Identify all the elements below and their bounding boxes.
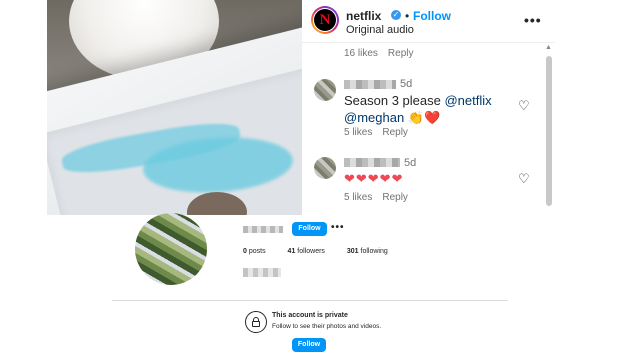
- profile-avatar[interactable]: [135, 213, 207, 285]
- posts-stat: 0 posts: [243, 248, 266, 255]
- emoji: 👏❤️: [404, 110, 441, 125]
- previous-comment-meta: 16 likes Reply: [344, 48, 423, 59]
- profile-stats: 0 posts 41 followers 301 following: [243, 248, 408, 255]
- followers-stat[interactable]: 41 followers: [288, 248, 325, 255]
- verified-badge-icon: ✓: [391, 10, 401, 20]
- comment-text: Season 3 please @netflix @meghan 👏❤️: [344, 93, 492, 125]
- post-username[interactable]: netflix: [346, 9, 381, 23]
- header-follow-button[interactable]: Follow: [413, 9, 451, 23]
- hearts-emoji: ❤❤❤❤❤: [344, 171, 404, 186]
- profile-more-options-icon[interactable]: •••: [331, 222, 345, 233]
- reply-button[interactable]: Reply: [382, 192, 408, 203]
- following-stat[interactable]: 301 following: [347, 248, 388, 255]
- likes-count[interactable]: 5 likes: [344, 192, 372, 203]
- mention-link[interactable]: @netflix: [444, 93, 491, 108]
- profile-username-blurred: [243, 226, 283, 233]
- scrollbar-thumb[interactable]: [546, 56, 552, 206]
- commenter-username-blurred[interactable]: [344, 80, 396, 89]
- profile-bio-blurred: [243, 268, 281, 277]
- comments-panel: N netflix ✓ • Follow Original audio ••• …: [302, 0, 555, 215]
- more-options-icon[interactable]: •••: [524, 12, 542, 28]
- private-account-title: This account is private: [272, 312, 348, 319]
- comments-scrollbar[interactable]: ▲: [545, 44, 553, 215]
- commenter-username-blurred[interactable]: [344, 158, 400, 167]
- likes-count[interactable]: 16 likes: [344, 48, 378, 59]
- reply-button[interactable]: Reply: [382, 127, 408, 138]
- post-photo[interactable]: [47, 0, 302, 215]
- separator-dot: •: [405, 9, 410, 23]
- commenter-avatar[interactable]: [314, 157, 336, 179]
- private-account-subtitle: Follow to see their photos and videos.: [272, 323, 382, 330]
- commenter-avatar[interactable]: [314, 79, 336, 101]
- lock-icon: [245, 311, 267, 333]
- comment-time: 5d: [404, 157, 417, 169]
- netflix-avatar[interactable]: N: [311, 6, 339, 34]
- reply-button[interactable]: Reply: [388, 48, 414, 59]
- profile-follow-button[interactable]: Follow: [292, 222, 327, 236]
- mention-link[interactable]: @meghan: [344, 110, 404, 125]
- comment-time: 5d: [400, 78, 413, 90]
- likes-count[interactable]: 5 likes: [344, 127, 372, 138]
- netflix-logo-icon: N: [319, 12, 331, 28]
- comment-meta: 5 likes Reply: [344, 127, 418, 138]
- like-comment-heart-icon[interactable]: ♡: [518, 98, 530, 114]
- scroll-up-icon[interactable]: ▲: [545, 44, 552, 51]
- divider: [112, 300, 508, 301]
- audio-label[interactable]: Original audio: [346, 24, 414, 36]
- bottom-follow-button[interactable]: Follow: [292, 338, 326, 352]
- like-comment-heart-icon[interactable]: ♡: [518, 171, 530, 187]
- comment-meta: 5 likes Reply: [344, 192, 418, 203]
- post-header: N netflix ✓ • Follow Original audio •••: [302, 0, 555, 43]
